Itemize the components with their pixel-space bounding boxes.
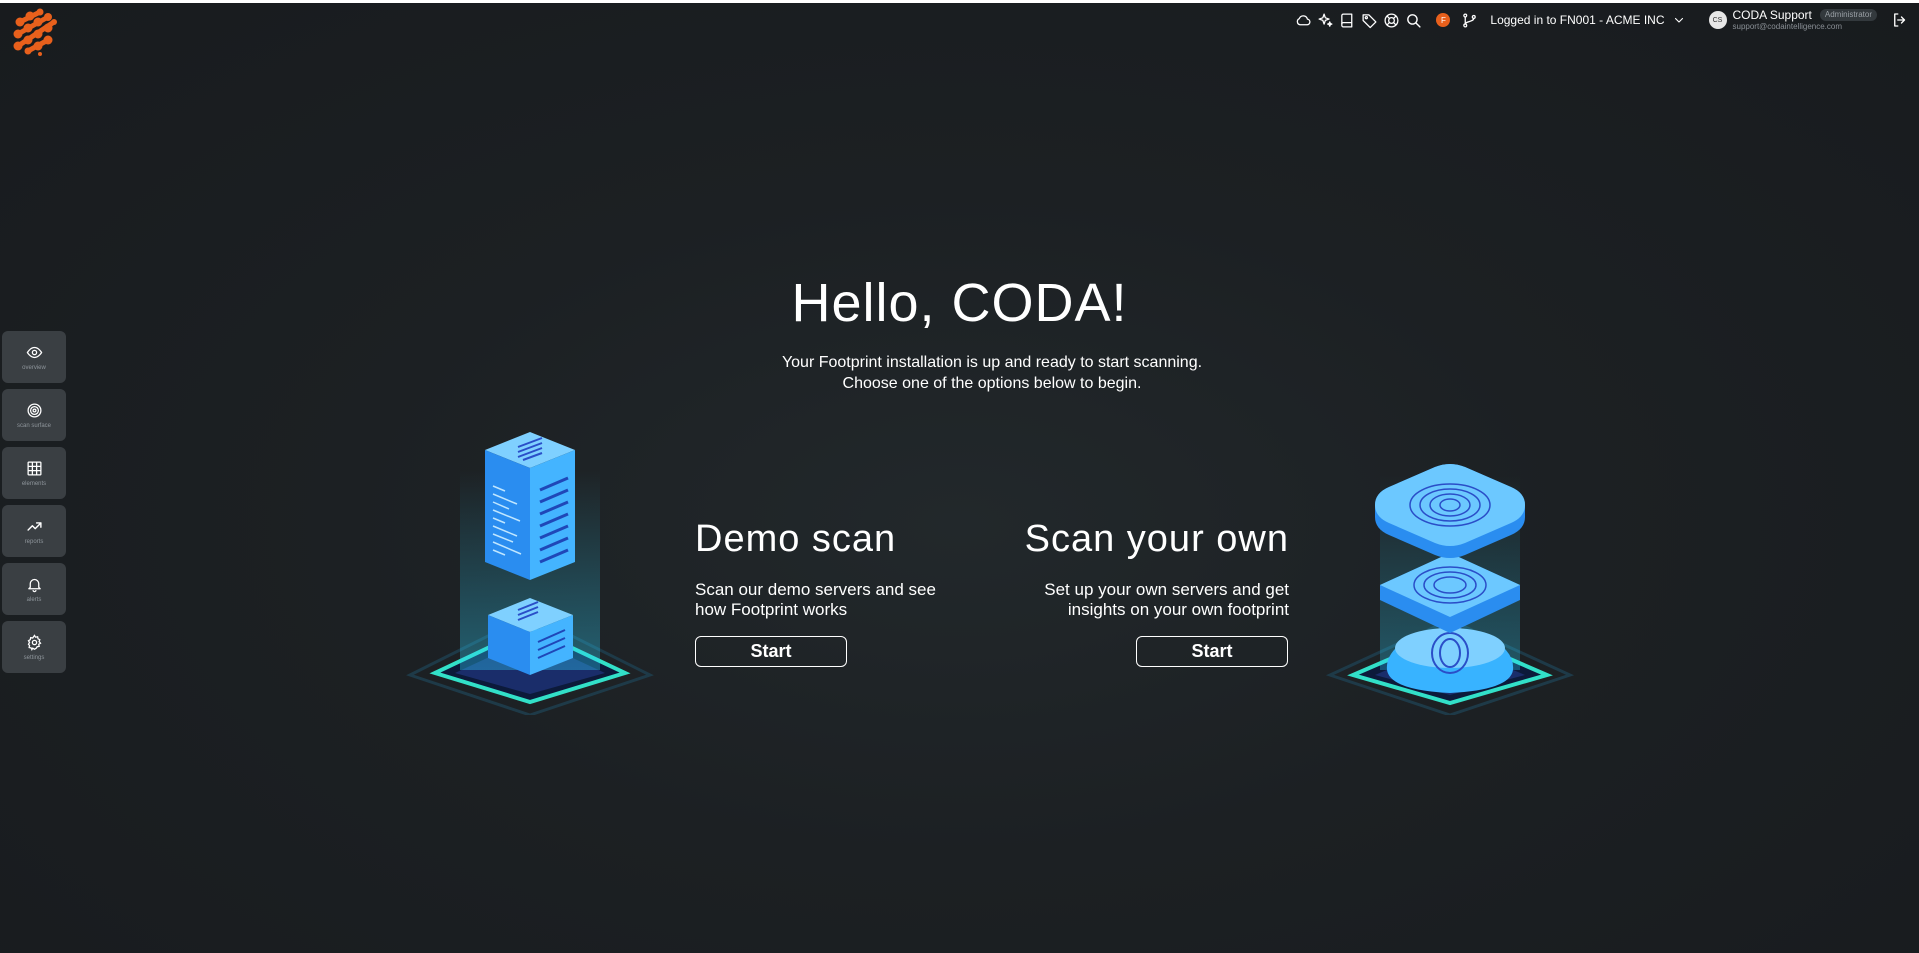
sidebar-item-label: settings	[23, 654, 45, 661]
gear-icon	[27, 633, 42, 651]
user-profile[interactable]: CS CODA Support Administrator support@co…	[1708, 8, 1877, 31]
lifebuoy-icon[interactable]	[1380, 9, 1402, 31]
user-name: CODA Support	[1732, 8, 1812, 22]
tenant-label: Logged in to FN001 - ACME INC	[1490, 13, 1665, 27]
chevron-down-icon	[1674, 17, 1683, 23]
sidebar-item-label: scan surface	[16, 422, 52, 429]
sidebar-item-overview[interactable]: overview	[2, 331, 66, 383]
header-toolbar: F Logged in to FN001 - ACME INC CS CODA …	[1292, 3, 1919, 37]
page-subtitle: Your Footprint installation is up and re…	[781, 354, 1203, 392]
role-badge: Administrator	[1819, 9, 1877, 21]
sparkles-icon[interactable]	[1314, 9, 1336, 31]
demo-scan-description: Scan our demo servers and see how Footpr…	[695, 580, 936, 619]
cloud-icon[interactable]	[1292, 9, 1314, 31]
coda-footprint-logo-icon[interactable]	[10, 8, 58, 56]
trend-up-icon	[26, 521, 42, 531]
logout-icon[interactable]	[1891, 11, 1909, 29]
sidebar-item-reports[interactable]: reports	[2, 505, 66, 557]
sidebar-item-label: elements	[21, 480, 47, 487]
demo-scan-title: Demo scan	[695, 518, 897, 560]
sidebar-item-label: alerts	[26, 596, 42, 603]
grid-icon	[26, 460, 42, 476]
sidebar-item-elements[interactable]: elements	[2, 447, 66, 499]
scan-own-description: Set up your own servers and get insights…	[1044, 580, 1289, 619]
sidebar-item-alerts[interactable]: alerts	[2, 563, 66, 615]
eye-icon	[26, 346, 42, 358]
sidebar-item-label: reports	[24, 538, 44, 545]
sidebar-item-settings[interactable]: settings	[2, 621, 66, 673]
sidebar-item-label: overview	[22, 364, 46, 371]
notification-badge[interactable]: F	[1436, 13, 1451, 27]
demo-scan-start-button[interactable]: Start	[695, 636, 847, 667]
tenant-selector[interactable]: Logged in to FN001 - ACME INC	[1490, 13, 1684, 27]
scan-own-start-button[interactable]: Start	[1136, 636, 1288, 667]
server-illustration	[406, 432, 654, 715]
fingerprint-illustration	[1325, 464, 1575, 715]
search-icon[interactable]	[1402, 9, 1424, 31]
tag-icon[interactable]	[1358, 9, 1380, 31]
book-icon[interactable]	[1336, 9, 1358, 31]
target-icon	[26, 402, 42, 418]
bell-icon	[27, 578, 41, 592]
avatar: CS	[1708, 11, 1727, 29]
sidebar: overview scan surface elements reports a…	[2, 331, 66, 679]
user-email: support@codaintelligence.com	[1732, 22, 1843, 31]
scan-own-title: Scan your own	[1024, 518, 1289, 560]
page-title: Hello, CODA!	[791, 273, 1128, 333]
sidebar-item-scan-surface[interactable]: scan surface	[2, 389, 66, 441]
git-branch-icon[interactable]	[1458, 9, 1480, 31]
